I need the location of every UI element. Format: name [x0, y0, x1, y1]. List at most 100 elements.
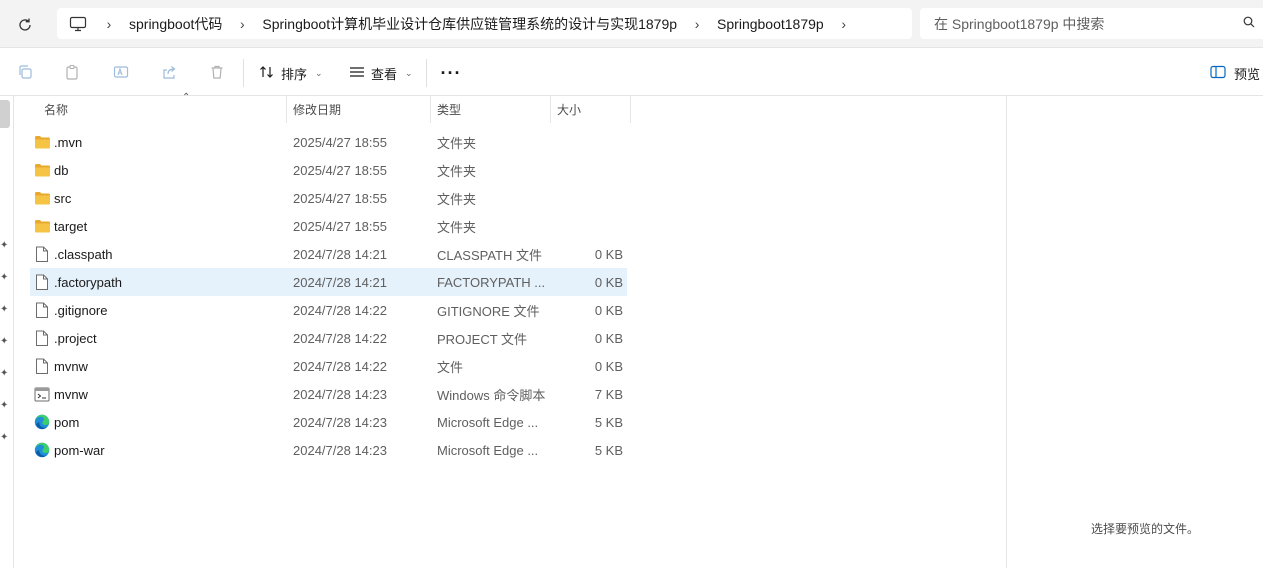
file-size: 0 KB: [594, 358, 623, 374]
file-icon: [33, 357, 51, 375]
breadcrumb-item[interactable]: springboot代码: [121, 14, 230, 34]
file-name-cell: pom-war: [33, 436, 283, 464]
file-row[interactable]: pom 2024/7/28 14:23 Microsoft Edge ... 5 KB: [30, 408, 627, 436]
file-date: 2024/7/28 14:22: [293, 302, 387, 318]
file-size: [550, 184, 623, 212]
file-name-cell: mvnw: [33, 352, 283, 380]
file-date: 2024/7/28 14:21: [293, 274, 387, 290]
paste-icon[interactable]: [63, 63, 81, 81]
file-date: 2024/7/28 14:22: [293, 358, 387, 374]
navigation-pane[interactable]: ✦ ✦ ✦ ✦ ✦ ✦ ✦: [0, 96, 14, 568]
column-header-label: 大小: [557, 103, 582, 117]
file-name-cell: .project: [33, 324, 283, 352]
file-name-cell: .factorypath: [33, 268, 283, 296]
pin-icon[interactable]: ✦: [0, 433, 10, 443]
file-row[interactable]: .mvn 2025/4/27 18:55 文件夹: [30, 128, 627, 156]
chevron-right-icon[interactable]: ›: [97, 16, 121, 32]
search-box[interactable]: [920, 8, 1263, 39]
search-input[interactable]: [934, 15, 1234, 32]
file-date: 2025/4/27 18:55: [293, 218, 387, 234]
sort-button[interactable]: 排序 ⌄: [259, 61, 323, 85]
file-name: .project: [54, 330, 97, 346]
column-header-label: 修改日期: [293, 103, 342, 117]
column-header-type[interactable]: 类型: [431, 96, 551, 123]
column-header-size[interactable]: 大小: [551, 96, 631, 123]
file-name-cell: src: [33, 184, 283, 212]
column-header-label: 类型: [437, 103, 462, 117]
file-name: pom: [54, 414, 80, 430]
file-type: PROJECT 文件: [437, 331, 528, 347]
refresh-icon[interactable]: [14, 14, 36, 36]
pin-icon[interactable]: ✦: [0, 369, 10, 379]
file-name: .classpath: [54, 246, 113, 262]
breadcrumb-item[interactable]: Springboot1879p: [709, 16, 832, 32]
pin-icon[interactable]: ✦: [0, 273, 10, 283]
file-row[interactable]: src 2025/4/27 18:55 文件夹: [30, 184, 627, 212]
file-size: 0 KB: [594, 302, 623, 318]
file-date: 2025/4/27 18:55: [293, 162, 387, 178]
this-pc-icon[interactable]: [69, 15, 87, 33]
file-size: 0 KB: [594, 274, 623, 290]
chevron-right-icon[interactable]: ›: [685, 16, 709, 32]
file-row[interactable]: .factorypath 2024/7/28 14:21 FACTORYPATH .…: [30, 268, 627, 296]
file-type: FACTORYPATH ...: [437, 274, 546, 290]
file-list: ⌃ 名称 修改日期 类型 大小 .mvn 2025/4/27 18:55 文件夹 db…: [14, 92, 1006, 568]
file-icon: [33, 329, 51, 347]
more-options-button[interactable]: ···: [441, 61, 461, 85]
file-date: 2024/7/28 14:22: [293, 330, 387, 346]
search-icon[interactable]: [1243, 16, 1257, 30]
pin-icon[interactable]: ✦: [0, 305, 10, 315]
command-bar: 排序 ⌄ 查看 ⌄ ··· 预览: [0, 49, 1263, 96]
share-icon[interactable]: [160, 63, 178, 81]
file-row[interactable]: mvnw 2024/7/28 14:23 Windows 命令脚本 7 KB: [30, 380, 627, 408]
file-row[interactable]: db 2025/4/27 18:55 文件夹: [30, 156, 627, 184]
sort-ascending-icon: ⌃: [182, 92, 191, 103]
chevron-down-icon: ⌄: [405, 67, 413, 78]
file-row[interactable]: .gitignore 2024/7/28 14:22 GITIGNORE 文件 0 K…: [30, 296, 627, 324]
file-type: Microsoft Edge ...: [437, 442, 539, 458]
file-size: 0 KB: [594, 246, 623, 262]
address-bar: › springboot代码 › Springboot计算机毕业设计仓库供应链管…: [0, 0, 1263, 48]
file-row[interactable]: pom-war 2024/7/28 14:23 Microsoft Edge ...…: [30, 436, 627, 464]
file-explorer-window: › springboot代码 › Springboot计算机毕业设计仓库供应链管…: [0, 0, 1263, 568]
pin-icon[interactable]: ✦: [0, 241, 10, 251]
file-size: 5 KB: [594, 414, 623, 430]
file-type: GITIGNORE 文件: [437, 303, 540, 319]
file-row[interactable]: .classpath 2024/7/28 14:21 CLASSPATH 文件 0 K…: [30, 240, 627, 268]
chevron-right-icon[interactable]: ›: [230, 16, 254, 32]
column-header-name[interactable]: ⌃ 名称: [38, 92, 287, 123]
edge-icon: [33, 441, 51, 459]
file-name: db: [54, 162, 69, 178]
file-size: 7 KB: [594, 386, 623, 402]
file-date: 2024/7/28 14:21: [293, 246, 387, 262]
nav-scrollbar[interactable]: [0, 100, 10, 128]
file-name: pom-war: [54, 442, 105, 458]
column-header-date[interactable]: 修改日期: [287, 96, 431, 123]
preview-pane: 选择要预览的文件。: [1006, 96, 1263, 568]
file-name-cell: db: [33, 156, 283, 184]
rename-icon[interactable]: [112, 63, 130, 81]
delete-icon[interactable]: [208, 63, 226, 81]
column-header-label: 名称: [44, 103, 69, 117]
view-button[interactable]: 查看 ⌄: [349, 61, 413, 85]
file-size: [550, 156, 623, 184]
file-type: 文件夹: [437, 163, 477, 179]
file-row[interactable]: target 2025/4/27 18:55 文件夹: [30, 212, 627, 240]
breadcrumb[interactable]: › springboot代码 › Springboot计算机毕业设计仓库供应链管…: [57, 8, 912, 39]
chevron-right-icon[interactable]: ›: [832, 16, 856, 32]
file-name-cell: .gitignore: [33, 296, 283, 324]
file-name-cell: mvnw: [33, 380, 283, 408]
copy-icon[interactable]: [16, 63, 34, 81]
pin-icon[interactable]: ✦: [0, 401, 10, 411]
breadcrumb-item[interactable]: Springboot计算机毕业设计仓库供应链管理系统的设计与实现1879p: [254, 14, 685, 34]
file-name-cell: .mvn: [33, 128, 283, 156]
file-type: 文件夹: [437, 219, 477, 235]
file-row[interactable]: mvnw 2024/7/28 14:22 文件 0 KB: [30, 352, 627, 380]
file-date: 2024/7/28 14:23: [293, 386, 387, 402]
file-size: 0 KB: [594, 330, 623, 346]
preview-pane-button[interactable]: 预览: [1210, 61, 1260, 85]
file-icon: [33, 273, 51, 291]
pin-icon[interactable]: ✦: [0, 337, 10, 347]
file-row[interactable]: .project 2024/7/28 14:22 PROJECT 文件 0 KB: [30, 324, 627, 352]
preview-label: 预览: [1234, 66, 1261, 82]
